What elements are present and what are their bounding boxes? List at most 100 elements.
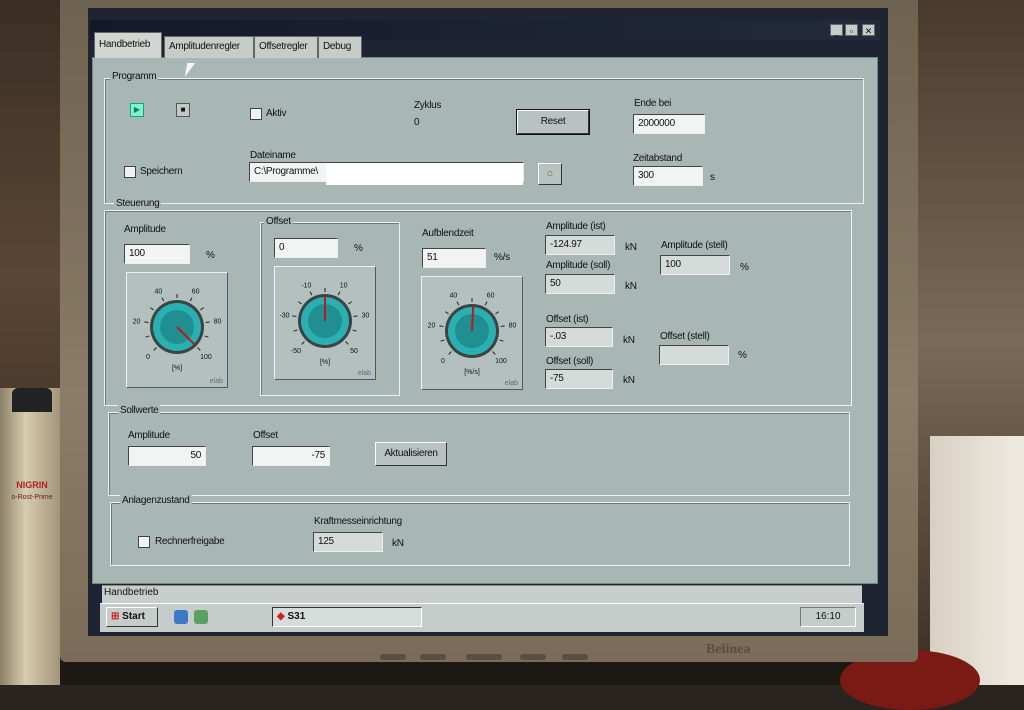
zeitabstand-unit: s xyxy=(710,172,715,183)
amplitude-label: Amplitude xyxy=(124,224,166,235)
offset-ist-label: Offset (ist) xyxy=(546,314,589,325)
tab-debug[interactable]: Debug xyxy=(318,36,362,58)
aufblendzeit-knob-panel: 0 20 40 60 80 100 [%/s] elab xyxy=(421,276,523,390)
kraftmesseinrichtung-unit: kN xyxy=(392,538,404,549)
knob-tick xyxy=(153,347,157,351)
sollwerte-amplitude-input[interactable]: 50 xyxy=(128,446,206,466)
knob-tick xyxy=(204,335,209,338)
aufblendzeit-input[interactable]: 51 xyxy=(422,248,486,268)
knob-tick-label: -30 xyxy=(279,313,289,320)
knob-tick-label: 20 xyxy=(428,323,436,330)
zeitabstand-input[interactable]: 300 xyxy=(633,166,703,186)
sollwerte-offset-input[interactable]: -75 xyxy=(252,446,330,466)
knob-tick-label: 60 xyxy=(192,288,200,295)
amplitude-ist-label: Amplitude (ist) xyxy=(546,221,606,232)
knob-tick-label: 100 xyxy=(200,354,212,361)
aktiv-label: Aktiv xyxy=(266,108,287,119)
amplitude-knob[interactable]: 0 20 40 60 80 100 [%] xyxy=(127,273,227,387)
knob-tick-label: 80 xyxy=(214,319,222,326)
taskbar-item-label: S31 xyxy=(287,611,306,622)
monitor-brand: Belinea xyxy=(706,642,751,657)
knob-tick xyxy=(197,347,201,351)
speichern-checkbox[interactable] xyxy=(124,166,136,178)
knob-tick xyxy=(352,329,357,332)
rechnerfreigabe-label: Rechnerfreigabe xyxy=(155,536,225,547)
knob-tick xyxy=(500,325,505,327)
knob-tick xyxy=(348,301,352,305)
amplitude-unit: % xyxy=(206,250,215,261)
tab-offsetregler[interactable]: Offsetregler xyxy=(254,36,318,58)
knob-tick xyxy=(445,311,449,315)
knob-tick xyxy=(293,329,298,332)
knob-tick xyxy=(439,325,444,327)
knob-unit-label: [%/s] xyxy=(464,369,480,376)
group-steuerung-title: Steuerung xyxy=(114,198,162,209)
knob-tick xyxy=(189,297,193,302)
group-sollwerte-title: Sollwerte xyxy=(118,405,161,416)
redaction-block xyxy=(326,163,523,185)
quicklaunch-browser-icon[interactable] xyxy=(174,610,188,624)
monitor-button[interactable] xyxy=(466,654,502,660)
knob-tick xyxy=(150,307,154,311)
taskbar-item-s31[interactable]: ◆ S31 xyxy=(272,607,422,627)
offset-knob[interactable]: -50 -30 -10 10 30 50 [%] xyxy=(275,267,375,379)
amplitude-stell-unit: % xyxy=(740,262,749,273)
maximize-icon[interactable]: ▫ xyxy=(845,24,858,36)
offset-stell-unit: % xyxy=(738,350,747,361)
offset-input[interactable]: 0 xyxy=(274,238,338,258)
status-bar xyxy=(102,585,862,604)
knob-tick xyxy=(499,339,504,342)
monitor-button[interactable] xyxy=(380,654,406,660)
aktualisieren-button[interactable]: Aktualisieren xyxy=(375,442,447,466)
minimize-icon[interactable]: _ xyxy=(830,24,843,36)
offset-stell-label: Offset (stell) xyxy=(660,331,710,342)
stop-icon[interactable]: ■ xyxy=(176,103,190,117)
tab-handbetrieb[interactable]: Handbetrieb xyxy=(94,32,162,58)
kraftmesseinrichtung-value: 125 xyxy=(313,532,383,552)
monitor-button[interactable] xyxy=(420,654,446,660)
offset-soll-unit: kN xyxy=(623,375,635,386)
knob-tick xyxy=(337,291,341,296)
reset-button[interactable]: Reset xyxy=(516,109,590,135)
amplitude-input[interactable]: 100 xyxy=(124,244,190,264)
folder-open-icon[interactable]: ⌂ xyxy=(538,163,562,185)
offset-soll-value: -75 xyxy=(545,369,613,389)
amplitude-soll-unit: kN xyxy=(625,281,637,292)
knob-tick xyxy=(345,341,349,345)
knob-tick-label: 0 xyxy=(146,354,150,361)
close-icon[interactable]: ✕ xyxy=(862,24,875,36)
aufblendzeit-label: Aufblendzeit xyxy=(422,228,474,239)
group-anlagenzustand-title: Anlagenzustand xyxy=(120,495,192,506)
offset-unit: % xyxy=(354,243,363,254)
elab-label: elab xyxy=(504,380,518,387)
knob-tick xyxy=(495,311,499,315)
offset-stell-value xyxy=(659,345,729,365)
zyklus-label: Zyklus xyxy=(414,100,442,111)
dateiname-label: Dateiname xyxy=(250,150,296,161)
offset-ist-unit: kN xyxy=(623,335,635,346)
knob-tick-label: 60 xyxy=(487,292,495,299)
amplitude-knob-panel: 0 20 40 60 80 100 [%] elab xyxy=(126,272,228,388)
amplitude-soll-label: Amplitude (soll) xyxy=(546,260,611,271)
monitor-button[interactable] xyxy=(562,654,588,660)
knob-tick-label: 20 xyxy=(133,319,141,326)
knob-needle xyxy=(471,305,475,332)
rechnerfreigabe-checkbox[interactable] xyxy=(138,536,150,548)
aktiv-checkbox[interactable] xyxy=(250,108,262,120)
knob-tick xyxy=(309,291,313,296)
start-button[interactable]: ⊞ Start xyxy=(106,607,158,627)
play-icon[interactable]: ▶ xyxy=(130,103,144,117)
ende-bei-input[interactable]: 2000000 xyxy=(633,114,705,134)
knob-tick-label: -10 xyxy=(301,282,311,289)
group-offset-title: Offset xyxy=(264,216,293,227)
tab-amplitudenregler[interactable]: Amplitudenregler xyxy=(164,36,254,58)
knob-tick xyxy=(161,297,165,302)
spray-can-cap xyxy=(12,388,52,412)
offset-ist-value: -.03 xyxy=(545,327,613,347)
aufblendzeit-knob[interactable]: 0 20 40 60 80 100 [%/s] xyxy=(422,277,522,389)
monitor-button[interactable] xyxy=(520,654,546,660)
knob-tick xyxy=(301,341,305,345)
offset-soll-label: Offset (soll) xyxy=(546,356,594,367)
status-bar-text: Handbetrieb xyxy=(104,587,159,598)
quicklaunch-desktop-icon[interactable] xyxy=(194,610,208,624)
